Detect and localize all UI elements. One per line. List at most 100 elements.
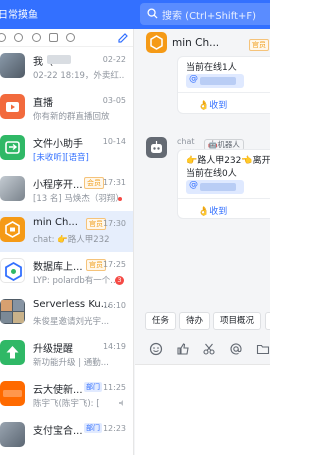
- pin-icon[interactable]: [49, 33, 58, 42]
- mention-chip[interactable]: @: [186, 74, 244, 88]
- conversation-name: 小程序开...: [33, 180, 83, 191]
- group-avatar: [0, 422, 25, 447]
- message-text: 当前在线1人: [186, 63, 237, 73]
- more-chip[interactable]: 开: [265, 312, 270, 330]
- conversation-preview: 新功能升级 | 通勤...: [33, 358, 109, 368]
- department-tag: 部门: [84, 423, 102, 433]
- unread-badge: 3: [115, 276, 124, 285]
- thumbs-up-icon[interactable]: [176, 342, 190, 356]
- at-me-icon[interactable]: [14, 33, 23, 42]
- conversation-time: 17:30: [102, 219, 126, 228]
- database-icon: [0, 258, 25, 283]
- emoji-icon[interactable]: [149, 342, 163, 356]
- edit-icon[interactable]: [117, 32, 129, 44]
- app-window: 日常摸鱼 搜索 (Ctrl+Shift+F) 我（ 02-22 18:19，外卖…: [0, 0, 270, 455]
- message-card: 👉路人甲232👈离开联 当前在线0人 @ 👌收到 回: [177, 149, 270, 219]
- at-symbol: @: [189, 74, 198, 84]
- message-text: 👉路人甲232👈离开联: [186, 156, 270, 166]
- conversation-time: 17:25: [102, 260, 126, 269]
- conversation-item[interactable]: 数据库上... 官员 LYP: polardb有一个... 17:25 3: [0, 252, 133, 293]
- conversation-preview: [未收听][语音]: [33, 153, 89, 163]
- conversation-name: 文件小助手: [33, 139, 83, 150]
- conversation-item[interactable]: 升级提醒 新功能升级 | 通勤... 14:19: [0, 334, 133, 375]
- divider: [178, 92, 270, 93]
- project-overview-chip[interactable]: 项目概况: [213, 312, 262, 330]
- conversation-item[interactable]: 我（ 02-22 18:19，外卖红... 02-22: [0, 47, 133, 88]
- conversation-list: 我（ 02-22 18:19，外卖红... 02-22 直播 你有新的群直播回放…: [0, 29, 134, 455]
- thumb-emoji-icon: 👌: [198, 101, 210, 111]
- conversation-time: 03-05: [102, 96, 126, 105]
- conversation-time: 11:25: [102, 383, 126, 392]
- top-bar: 日常摸鱼 搜索 (Ctrl+Shift+F): [0, 0, 270, 29]
- composer-toolbar: [135, 342, 270, 362]
- avatar: [0, 53, 25, 78]
- chat-header: min Ch... 官员: [135, 29, 270, 57]
- conversation-preview: 你有新的群直播回放: [33, 112, 110, 122]
- blurred-mention: [200, 183, 236, 191]
- todo-chip[interactable]: 待办: [179, 312, 211, 330]
- search-icon: [147, 8, 158, 19]
- message-input[interactable]: [135, 364, 270, 455]
- conversation-time: 12:23: [102, 424, 126, 433]
- conversation-name: min Ch...: [33, 217, 78, 228]
- message-card: 当前在线1人 @ 👌收到 回: [177, 56, 270, 114]
- conversation-time: 17:31: [102, 178, 126, 187]
- conversation-item[interactable]: 云大使新... 部门 陈宇飞(陈宇飞): [ 11:25: [0, 375, 133, 416]
- conversation-item[interactable]: 支付宝合... 部门 12:23: [0, 416, 133, 455]
- file-helper-icon: [0, 135, 25, 160]
- conversation-time: 02-22: [102, 55, 126, 64]
- divider: [178, 198, 270, 199]
- group-avatar: [0, 299, 25, 324]
- official-tag: 官员: [249, 39, 269, 51]
- conversation-preview: 朱俊星邀请刘光宇...: [33, 317, 110, 327]
- conversation-item[interactable]: 直播 你有新的群直播回放 03-05: [0, 88, 133, 129]
- search-placeholder: 搜索 (Ctrl+Shift+F): [162, 11, 257, 22]
- window-title: 日常摸鱼: [0, 10, 38, 21]
- search-box[interactable]: 搜索 (Ctrl+Shift+F): [140, 3, 270, 25]
- conversation-item[interactable]: 小程序开... 会员 [13 名] 马焕杰（羽翔） 17:31: [0, 170, 133, 211]
- group-avatar-icon: [146, 32, 167, 53]
- conversation-name: 升级提醒: [33, 344, 73, 355]
- folder-icon[interactable]: [256, 342, 270, 356]
- robot-tag-icon: 🤖: [208, 140, 218, 149]
- unread-icon[interactable]: [66, 33, 75, 42]
- received-button[interactable]: 👌收到: [198, 204, 227, 217]
- conversation-preview: [13 名] 马焕杰（羽翔）: [33, 194, 124, 204]
- received-button[interactable]: 👌收到: [198, 98, 227, 111]
- member-tag: 会员: [84, 177, 104, 189]
- blurred-mention: [200, 77, 236, 85]
- conversation-name: 支付宝合...: [33, 426, 83, 437]
- conversation-name: 直播: [33, 98, 53, 109]
- conversation-name: 云大使新...: [33, 385, 83, 396]
- at-mention-icon[interactable]: [229, 342, 243, 356]
- message-text: 当前在线0人: [186, 169, 237, 179]
- conversation-preview: chat: 👉路人甲232: [33, 235, 110, 245]
- task-chip[interactable]: 任务: [145, 312, 177, 330]
- conversation-preview: 02-22 18:19，外卖红...: [33, 71, 125, 81]
- conversation-preview: LYP: polardb有一个...: [33, 276, 119, 286]
- mute-icon: [119, 400, 123, 406]
- conversation-item-selected[interactable]: min Ch... 官员 chat: 👉路人甲232 17:30: [0, 211, 133, 252]
- conversation-item[interactable]: Serverless Ku... 朱俊星邀请刘光宇... 16:10: [0, 293, 133, 334]
- mention-chip[interactable]: @: [186, 180, 244, 194]
- clock-icon[interactable]: [32, 33, 41, 42]
- group-avatar-icon: [0, 217, 25, 242]
- avatar: [0, 176, 25, 201]
- filter-all-icon[interactable]: [0, 33, 6, 42]
- conversation-item[interactable]: 文件小助手 [未收听][语音] 10-14: [0, 129, 133, 170]
- conversation-name: 数据库上...: [33, 262, 83, 273]
- department-tag: 部门: [84, 382, 102, 392]
- unread-dot: [118, 197, 122, 201]
- conversation-time: 10-14: [102, 137, 126, 146]
- sender-name: chat: [177, 137, 195, 146]
- live-icon: [0, 94, 25, 119]
- blurred-name: [47, 55, 71, 64]
- quick-actions: 任务 待办 项目概况 开: [135, 312, 270, 334]
- scissors-icon[interactable]: [202, 342, 216, 356]
- upgrade-icon: [0, 340, 25, 365]
- list-toolbar: [0, 29, 133, 47]
- chat-title: min Ch...: [172, 37, 220, 49]
- robot-avatar: [146, 137, 167, 158]
- conversation-preview: 陈宇飞(陈宇飞): [: [33, 399, 100, 409]
- conversation-time: 14:19: [102, 342, 126, 351]
